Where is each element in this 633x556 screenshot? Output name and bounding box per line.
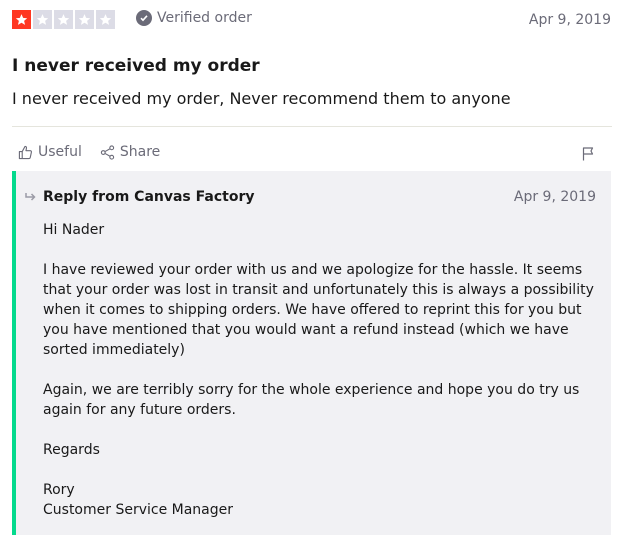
share-icon bbox=[100, 144, 115, 160]
flag-icon bbox=[582, 147, 594, 161]
reply-arrow-icon bbox=[25, 193, 36, 201]
star-rating bbox=[12, 10, 115, 29]
divider bbox=[12, 126, 612, 127]
reply-message: Hi Nader I have reviewed your order with… bbox=[43, 220, 598, 520]
verified-badge: Verified order bbox=[136, 10, 252, 26]
review-date: Apr 9, 2019 bbox=[528, 12, 611, 28]
review-actions: Useful Share bbox=[18, 144, 160, 160]
review-title: I never received my order bbox=[12, 56, 260, 76]
useful-button[interactable]: Useful bbox=[18, 144, 82, 160]
reply-paragraph: Again, we are terribly sorry for the who… bbox=[43, 382, 580, 418]
flag-button[interactable] bbox=[582, 146, 595, 165]
reply-heading: Reply from Canvas Factory bbox=[43, 189, 255, 205]
thumbs-up-icon bbox=[18, 145, 33, 159]
reply-date: Apr 9, 2019 bbox=[513, 189, 596, 205]
star-icon bbox=[96, 10, 115, 29]
share-button[interactable]: Share bbox=[100, 144, 160, 160]
star-icon bbox=[12, 10, 31, 29]
signature-title: Customer Service Manager bbox=[43, 502, 234, 518]
verified-label: Verified order bbox=[157, 10, 252, 26]
checkmark-icon bbox=[136, 10, 152, 26]
reply-greeting: Hi Nader bbox=[43, 222, 105, 238]
star-icon bbox=[75, 10, 94, 29]
signature-name: Rory bbox=[43, 482, 75, 498]
company-reply: Reply from Canvas Factory Apr 9, 2019 Hi… bbox=[12, 171, 611, 535]
share-label: Share bbox=[119, 144, 161, 160]
star-icon bbox=[33, 10, 52, 29]
reply-paragraph: I have reviewed your order with us and w… bbox=[43, 262, 594, 358]
useful-label: Useful bbox=[38, 144, 82, 160]
star-icon bbox=[54, 10, 73, 29]
reply-closing: Regards bbox=[43, 442, 100, 458]
review-body: I never received my order, Never recomme… bbox=[12, 89, 511, 108]
